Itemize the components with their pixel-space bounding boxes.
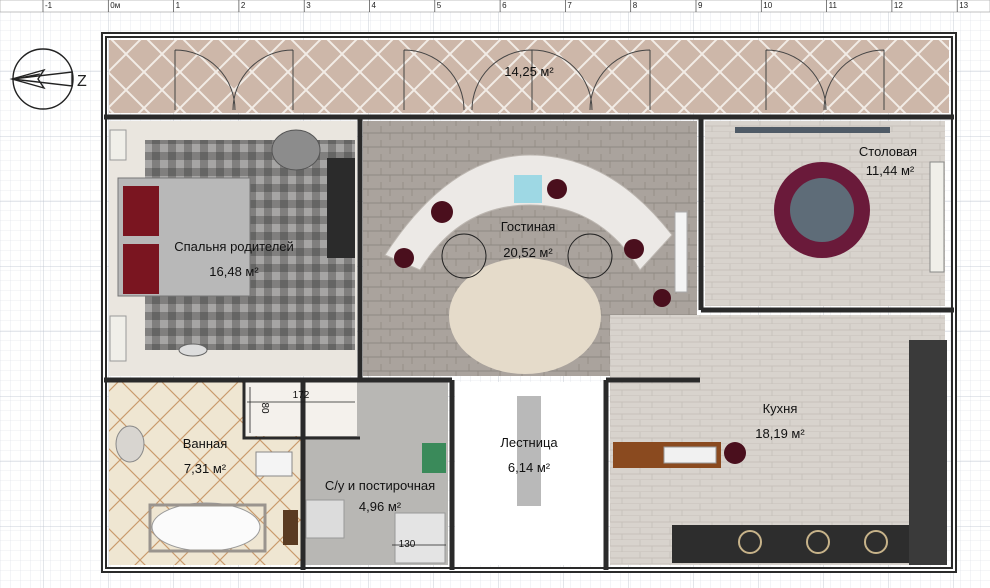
- kitchen-area: 18,19 м²: [755, 426, 805, 441]
- wc-counter: [305, 499, 345, 539]
- chair-icon: [547, 179, 567, 199]
- floor-plan-canvas[interactable]: -1 0м 1 2 3 4 5 6 7 8 9 10 11 12 13 Z 17…: [0, 0, 990, 588]
- tv-console: [674, 211, 688, 293]
- wc-area: 4,96 м²: [359, 499, 402, 514]
- nightstand-bottom: [109, 315, 127, 362]
- coffee-table[interactable]: [514, 175, 542, 203]
- round-rug: [449, 258, 601, 374]
- balcony-area: 14,25 м²: [504, 64, 554, 79]
- stairs-label: Лестница: [500, 435, 558, 450]
- closet-depth-dimension: 80: [259, 402, 270, 414]
- top-ruler: -1 0м 1 2 3 4 5 6 7 8 9 10 11 12 13: [0, 0, 990, 13]
- closet-width-dimension: 172: [293, 390, 310, 401]
- wardrobe[interactable]: [327, 158, 355, 258]
- wc-label: С/у и постирочная: [325, 478, 435, 493]
- pouf-icon: [178, 343, 208, 357]
- wc-basin: [394, 512, 446, 564]
- cabinet: [283, 510, 298, 545]
- ruler-tick-label: 4: [372, 1, 377, 10]
- bathroom-label: Ванная: [183, 436, 228, 451]
- ruler-tick-label: 13: [959, 1, 968, 10]
- ruler-tick-label: 8: [633, 1, 638, 10]
- ruler-tick-label: 2: [241, 1, 246, 10]
- ruler-tick-label: 0м: [110, 1, 120, 10]
- bedroom-area: 16,48 м²: [209, 264, 259, 279]
- kitchen-counter-bottom[interactable]: [672, 525, 922, 563]
- ruler-tick-label: 10: [763, 1, 772, 10]
- ruler-tick-label: 3: [306, 1, 311, 10]
- bathtub[interactable]: [151, 502, 261, 552]
- nightstand-top: [109, 129, 127, 161]
- stairs-area: 6,14 м²: [508, 460, 551, 475]
- ruler-tick-label: 1: [176, 1, 181, 10]
- ruler-tick-label: -1: [45, 1, 53, 10]
- chair-icon: [624, 239, 644, 259]
- wc-width-dimension: 130: [399, 539, 416, 550]
- ruler-tick-label: 7: [567, 1, 572, 10]
- dining-table-top: [790, 178, 854, 242]
- bathroom-area: 7,31 м²: [184, 461, 227, 476]
- chair-icon: [394, 248, 414, 268]
- side-table-icon: [653, 289, 671, 307]
- compass-north-label: Z: [77, 73, 87, 90]
- sideboard: [929, 161, 945, 273]
- bar-stool-icon: [724, 442, 746, 464]
- bed-pillow-bottom: [123, 244, 159, 294]
- ruler-tick-label: 9: [698, 1, 703, 10]
- ruler-tick-label: 6: [502, 1, 507, 10]
- dining-label: Столовая: [859, 144, 917, 159]
- toilet-icon[interactable]: [255, 451, 293, 477]
- ruler-tick-label: 12: [894, 1, 903, 10]
- bed-pillow-top: [123, 186, 159, 236]
- living-area: 20,52 м²: [503, 245, 553, 260]
- ruler-tick-label: 5: [437, 1, 442, 10]
- ruler-tick-label: 11: [829, 1, 838, 10]
- chair-icon: [431, 201, 453, 223]
- kitchen-label: Кухня: [763, 401, 798, 416]
- stair-rail: [517, 396, 541, 506]
- kitchen-counter-right[interactable]: [909, 340, 947, 565]
- bedroom-label: Спальня родителей: [174, 239, 294, 254]
- sink-icon[interactable]: [115, 425, 145, 463]
- island-sink: [663, 446, 717, 464]
- washer-icon[interactable]: [422, 443, 446, 473]
- dining-area: 11,44 м²: [866, 163, 915, 178]
- living-label: Гостиная: [501, 219, 556, 234]
- armchair-icon[interactable]: [271, 129, 321, 171]
